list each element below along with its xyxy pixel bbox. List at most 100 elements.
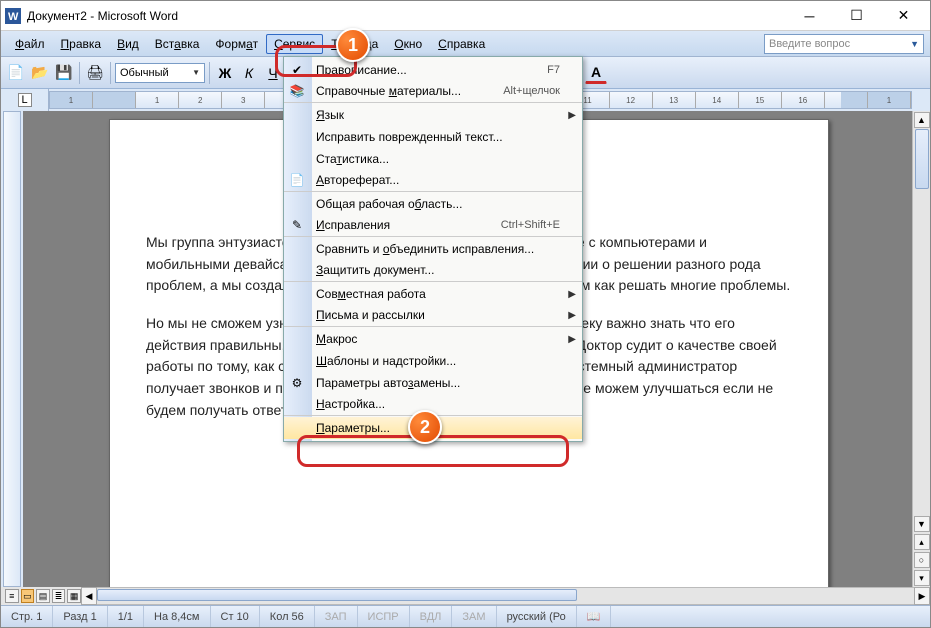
hscroll-thumb[interactable]: [97, 589, 577, 601]
menu-item-label: Настройка...: [316, 397, 560, 411]
menuitem-6[interactable]: Общая рабочая область...: [284, 193, 582, 215]
callout-badge-1: 1: [336, 28, 370, 62]
menuitem-4[interactable]: Статистика...: [284, 148, 582, 170]
scroll-down-button[interactable]: ▼: [914, 516, 930, 532]
menuitem-11[interactable]: Письма и рассылки▶: [284, 305, 582, 327]
view-mode-buttons: ≡ ▭ ▤ ≣ ▦: [1, 587, 81, 605]
status-line: Ст 10: [211, 606, 260, 627]
ruler-tick: 15: [739, 92, 782, 108]
menuitem-2[interactable]: Язык▶: [284, 104, 582, 126]
menuitem-13[interactable]: Шаблоны и надстройки...: [284, 350, 582, 372]
ruler-tick: 13: [653, 92, 696, 108]
status-zap: ЗАП: [315, 606, 358, 627]
menuitem-9[interactable]: Защитить документ...: [284, 260, 582, 282]
vertical-scrollbar[interactable]: ▲ ▼ ▴ ○ ▾: [912, 111, 930, 587]
menu-item-icon: 📄: [289, 172, 305, 188]
prev-page-button[interactable]: ▴: [914, 534, 930, 550]
menu-item-shortcut: F7: [547, 64, 560, 76]
status-page: Стр. 1: [1, 606, 53, 627]
menu-сервис[interactable]: Сервис: [266, 34, 323, 54]
ruler-tick: 14: [696, 92, 739, 108]
menuitem-14[interactable]: ⚙ Параметры автозамены...: [284, 372, 582, 394]
menuitem-7[interactable]: ✎ИсправленияCtrl+Shift+E: [284, 215, 582, 237]
menu-item-label: Защитить документ...: [316, 263, 560, 277]
menuitem-3[interactable]: Исправить поврежденный текст...: [284, 126, 582, 148]
reading-view-button[interactable]: ▦: [67, 589, 81, 603]
menu-item-label: Исправления: [316, 218, 501, 232]
ruler-tick: 1: [136, 92, 179, 108]
bottom-scroll-area: ≡ ▭ ▤ ≣ ▦ ◀ ▶: [1, 587, 930, 605]
help-question-placeholder: Введите вопрос: [769, 38, 850, 50]
submenu-arrow-icon: ▶: [568, 110, 576, 121]
menu-item-label: Общая рабочая область...: [316, 197, 560, 211]
chevron-down-icon: ▼: [192, 68, 200, 77]
menu-item-shortcut: Alt+щелчок: [503, 85, 560, 97]
status-book-icon[interactable]: 📖: [577, 606, 612, 627]
menuitem-1[interactable]: 📚Справочные материалы...Alt+щелчок: [284, 81, 582, 103]
menu-вид[interactable]: Вид: [109, 34, 147, 54]
font-color-button[interactable]: A: [585, 62, 607, 84]
normal-view-button[interactable]: ≡: [5, 589, 19, 603]
scroll-thumb[interactable]: [915, 129, 929, 189]
hscroll-right-button[interactable]: ▶: [914, 587, 930, 605]
menuitem-0[interactable]: ✔Правописание...F7: [284, 59, 582, 81]
hscroll-left-button[interactable]: ◀: [81, 587, 97, 605]
menuitem-10[interactable]: Совместная работа▶: [284, 283, 582, 305]
menuitem-5[interactable]: 📄Автореферат...: [284, 170, 582, 192]
word-app-icon: W: [5, 8, 21, 24]
menu-вставка[interactable]: Вставка: [147, 34, 208, 54]
ruler-tick: 12: [610, 92, 653, 108]
status-pagecount: 1/1: [108, 606, 144, 627]
menu-item-label: Макрос: [316, 332, 560, 346]
ruler-tick: 2: [179, 92, 222, 108]
menu-правка[interactable]: Правка: [53, 34, 110, 54]
menu-item-label: Письма и рассылки: [316, 308, 560, 322]
menu-окно[interactable]: Окно: [386, 34, 430, 54]
style-select-value: Обычный: [120, 67, 169, 79]
menuitem-8[interactable]: Сравнить и объединить исправления...: [284, 238, 582, 260]
scroll-track[interactable]: [914, 129, 930, 515]
next-page-button[interactable]: ▾: [914, 570, 930, 586]
menubar: ФайлПравкаВидВставкаФорматСервисТаблицаО…: [1, 31, 930, 57]
help-question-box[interactable]: Введите вопрос▼: [764, 34, 924, 54]
status-at: На 8,4см: [144, 606, 210, 627]
menu-item-icon: ⚙: [289, 375, 305, 391]
status-lang[interactable]: русский (Ро: [497, 606, 577, 627]
menu-item-icon: ✎: [289, 217, 305, 233]
svg-text:W: W: [8, 11, 19, 23]
ruler-corner: L: [1, 89, 49, 111]
horizontal-scrollbar[interactable]: [97, 587, 914, 605]
menuitem-12[interactable]: Макрос▶: [284, 328, 582, 350]
callout-badge-2: 2: [408, 410, 442, 444]
style-select[interactable]: Обычный ▼: [115, 63, 205, 83]
bold-button[interactable]: Ж: [214, 62, 236, 84]
tab-selector-icon[interactable]: L: [18, 93, 32, 107]
close-button[interactable]: ✕: [881, 2, 926, 30]
italic-button[interactable]: К: [238, 62, 260, 84]
scroll-up-button[interactable]: ▲: [914, 112, 930, 128]
status-ispr: ИСПР: [358, 606, 410, 627]
print-button[interactable]: 🖨: [84, 62, 106, 84]
titlebar: W Документ2 - Microsoft Word ─ ☐ ✕: [1, 1, 930, 31]
minimize-button[interactable]: ─: [787, 2, 832, 30]
browse-object-button[interactable]: ○: [914, 552, 930, 568]
menu-item-label: Статистика...: [316, 152, 560, 166]
window-title: Документ2 - Microsoft Word: [27, 9, 787, 23]
ruler-vertical[interactable]: [1, 111, 23, 587]
new-doc-button[interactable]: 📄: [5, 62, 27, 84]
menu-item-icon: ✔: [289, 62, 305, 78]
status-vdl: ВДЛ: [410, 606, 453, 627]
menu-item-label: Параметры автозамены...: [316, 376, 560, 390]
underline-button[interactable]: Ч: [262, 62, 284, 84]
menu-формат[interactable]: Формат: [207, 34, 266, 54]
save-button[interactable]: 💾: [53, 62, 75, 84]
print-layout-view-button[interactable]: ▭: [21, 589, 35, 603]
menu-справка[interactable]: Справка: [430, 34, 493, 54]
outline-view-button[interactable]: ≣: [52, 589, 66, 603]
maximize-button[interactable]: ☐: [834, 2, 879, 30]
ruler-tick: 3: [222, 92, 265, 108]
open-button[interactable]: 📂: [29, 62, 51, 84]
separator: [209, 62, 210, 84]
menu-файл[interactable]: Файл: [7, 34, 53, 54]
web-layout-view-button[interactable]: ▤: [36, 589, 50, 603]
